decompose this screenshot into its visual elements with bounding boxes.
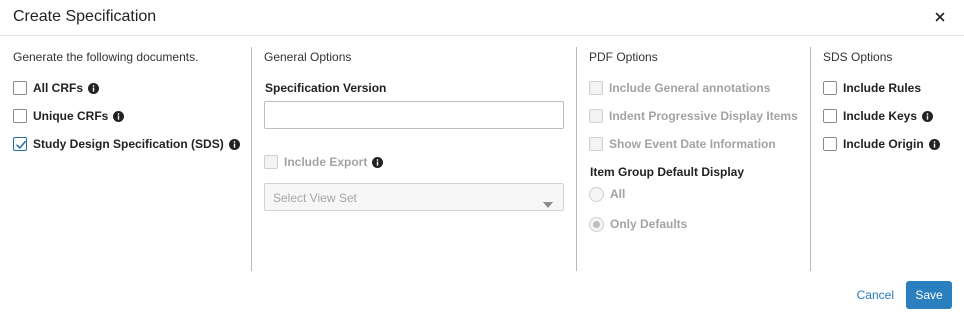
column-divider bbox=[576, 47, 577, 271]
include-export-checkbox[interactable] bbox=[264, 155, 278, 169]
column-divider bbox=[251, 47, 252, 271]
documents-heading: Generate the following documents. bbox=[13, 50, 199, 64]
all-crfs-label: All CRFs bbox=[33, 81, 84, 95]
indent-progressive-display-checkbox[interactable] bbox=[589, 109, 603, 123]
include-origin-option[interactable]: Include Origin bbox=[823, 136, 940, 152]
all-crfs-option[interactable]: All CRFs bbox=[13, 80, 100, 96]
sds-document-label: Study Design Specification (SDS) bbox=[33, 137, 224, 151]
pdf-options-heading: PDF Options bbox=[589, 50, 658, 64]
sds-options-heading: SDS Options bbox=[823, 50, 893, 64]
checkmark-icon bbox=[16, 140, 26, 149]
unique-crfs-label: Unique CRFs bbox=[33, 109, 109, 123]
indent-progressive-display-label: Indent Progressive Display Items bbox=[609, 109, 798, 123]
include-rules-label: Include Rules bbox=[843, 81, 922, 95]
include-general-annotations-label: Include General annotations bbox=[609, 81, 771, 95]
view-set-placeholder: Select View Set bbox=[273, 191, 357, 205]
unique-crfs-option[interactable]: Unique CRFs bbox=[13, 108, 125, 124]
show-event-date-option[interactable]: Show Event Date Information bbox=[589, 136, 776, 152]
indent-progressive-display-option[interactable]: Indent Progressive Display Items bbox=[589, 108, 798, 124]
sds-document-option[interactable]: Study Design Specification (SDS) bbox=[13, 136, 240, 152]
specification-version-label: Specification Version bbox=[265, 81, 387, 95]
documents-column: Generate the following documents. All CR… bbox=[13, 47, 243, 271]
create-specification-dialog: Create Specification Generate the follow… bbox=[0, 0, 964, 319]
info-icon[interactable] bbox=[928, 138, 940, 150]
sds-document-checkbox[interactable] bbox=[13, 137, 27, 151]
group-display-all-option[interactable]: All bbox=[589, 186, 625, 202]
cancel-button[interactable]: Cancel bbox=[857, 288, 894, 302]
general-options-column: General Options Specification Version In… bbox=[264, 47, 569, 271]
all-crfs-checkbox[interactable] bbox=[13, 81, 27, 95]
group-display-all-label: All bbox=[610, 187, 626, 201]
group-display-only-defaults-radio[interactable] bbox=[589, 216, 604, 232]
column-divider bbox=[810, 47, 811, 271]
include-keys-checkbox[interactable] bbox=[823, 109, 837, 123]
group-display-only-defaults-option[interactable]: Only Defaults bbox=[589, 216, 687, 232]
include-export-option[interactable]: Include Export bbox=[264, 154, 384, 170]
include-keys-option[interactable]: Include Keys bbox=[823, 108, 934, 124]
include-origin-label: Include Origin bbox=[843, 137, 924, 151]
group-display-all-radio[interactable] bbox=[589, 186, 604, 202]
show-event-date-checkbox[interactable] bbox=[589, 137, 603, 151]
include-rules-option[interactable]: Include Rules bbox=[823, 80, 921, 96]
info-icon[interactable] bbox=[922, 110, 934, 122]
sds-options-column: SDS Options Include Rules Include Keys I… bbox=[823, 47, 958, 271]
info-icon[interactable] bbox=[113, 110, 125, 122]
include-keys-label: Include Keys bbox=[843, 109, 918, 123]
specification-version-input[interactable] bbox=[264, 101, 564, 129]
dialog-header: Create Specification bbox=[0, 0, 964, 36]
close-icon[interactable] bbox=[932, 9, 948, 25]
general-options-heading: General Options bbox=[264, 50, 352, 64]
pdf-options-column: PDF Options Include General annotations … bbox=[589, 47, 804, 271]
include-export-label: Include Export bbox=[284, 155, 368, 169]
include-general-annotations-option[interactable]: Include General annotations bbox=[589, 80, 770, 96]
show-event-date-label: Show Event Date Information bbox=[609, 137, 776, 151]
item-group-default-display-label: Item Group Default Display bbox=[590, 165, 745, 179]
unique-crfs-checkbox[interactable] bbox=[13, 109, 27, 123]
info-icon[interactable] bbox=[228, 138, 240, 150]
group-display-only-defaults-label: Only Defaults bbox=[610, 217, 688, 231]
save-button[interactable]: Save bbox=[906, 281, 952, 309]
include-general-annotations-checkbox[interactable] bbox=[589, 81, 603, 95]
view-set-select[interactable]: Select View Set bbox=[264, 183, 564, 211]
include-origin-checkbox[interactable] bbox=[823, 137, 837, 151]
caret-down-icon bbox=[543, 195, 553, 213]
dialog-title: Create Specification bbox=[13, 8, 157, 25]
include-rules-checkbox[interactable] bbox=[823, 81, 837, 95]
info-icon[interactable] bbox=[372, 156, 384, 168]
info-icon[interactable] bbox=[88, 82, 100, 94]
